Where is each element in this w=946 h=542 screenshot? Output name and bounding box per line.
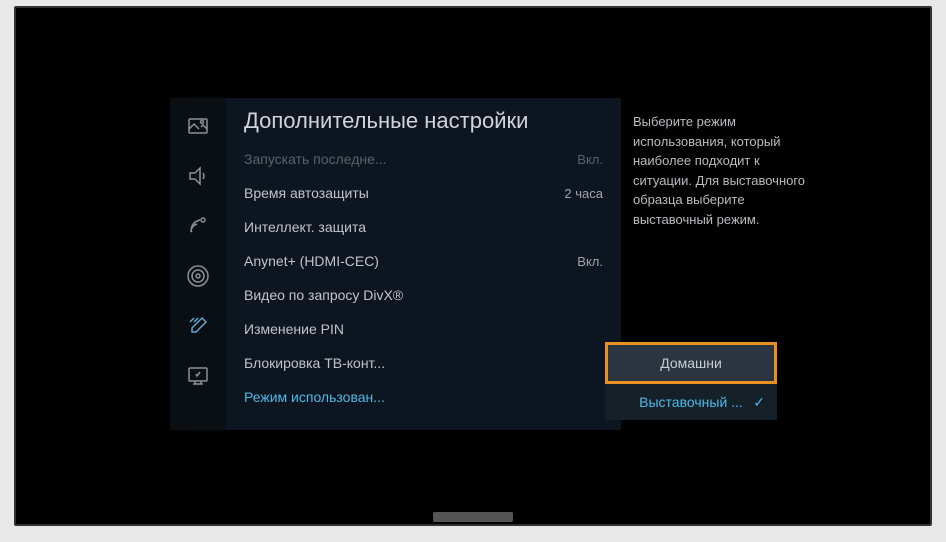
broadcast-icon[interactable] [182, 210, 214, 242]
menu-item-value: 2 часа [564, 186, 603, 201]
settings-menu: Дополнительные настройки Запускать после… [170, 98, 826, 430]
picture-icon[interactable] [182, 110, 214, 142]
help-text: Выберите режим использования, который на… [633, 112, 814, 229]
menu-item-change-pin[interactable]: Изменение PIN [226, 312, 621, 346]
menu-list: Запускать последне... Вкл. Время автозащ… [226, 142, 621, 414]
sidebar [170, 98, 226, 430]
menu-item-smart-security[interactable]: Интеллект. защита [226, 210, 621, 244]
option-label: Домашни [660, 355, 722, 371]
menu-item-autorun[interactable]: Запускать последне... Вкл. [226, 142, 621, 176]
menu-item-label: Режим использован... [244, 389, 603, 405]
option-label: Выставочный ... [639, 394, 743, 410]
menu-item-label: Изменение PIN [244, 321, 603, 337]
system-icon[interactable] [182, 310, 214, 342]
support-icon[interactable] [182, 360, 214, 392]
tv-screen: Дополнительные настройки Запускать после… [34, 26, 912, 506]
menu-item-label: Интеллект. защита [244, 219, 603, 235]
menu-item-autoprotect[interactable]: Время автозащиты 2 часа [226, 176, 621, 210]
menu-item-anynet[interactable]: Anynet+ (HDMI-CEC) Вкл. [226, 244, 621, 278]
sound-icon[interactable] [182, 160, 214, 192]
menu-item-usage-mode[interactable]: Режим использован... [226, 380, 621, 414]
menu-item-value: Вкл. [577, 152, 603, 167]
menu-item-label: Блокировка ТВ-конт... [244, 355, 603, 371]
settings-panel: Дополнительные настройки Запускать после… [226, 98, 621, 430]
check-icon: ✓ [753, 394, 765, 411]
menu-item-label: Время автозащиты [244, 185, 564, 201]
usage-mode-popup: Домашни Выставочный ... ✓ [605, 342, 777, 420]
menu-item-divx[interactable]: Видео по запросу DivX® [226, 278, 621, 312]
option-home[interactable]: Домашни [605, 342, 777, 384]
tv-frame: Дополнительные настройки Запускать после… [14, 6, 932, 526]
tv-stand [433, 512, 513, 522]
menu-item-label: Anynet+ (HDMI-CEC) [244, 253, 577, 269]
panel-title: Дополнительные настройки [226, 108, 621, 142]
menu-item-label: Запускать последне... [244, 151, 577, 167]
option-retail[interactable]: Выставочный ... ✓ [605, 384, 777, 420]
menu-item-content-lock[interactable]: Блокировка ТВ-конт... [226, 346, 621, 380]
network-icon[interactable] [182, 260, 214, 292]
menu-item-label: Видео по запросу DivX® [244, 287, 603, 303]
menu-item-value: Вкл. [577, 254, 603, 269]
